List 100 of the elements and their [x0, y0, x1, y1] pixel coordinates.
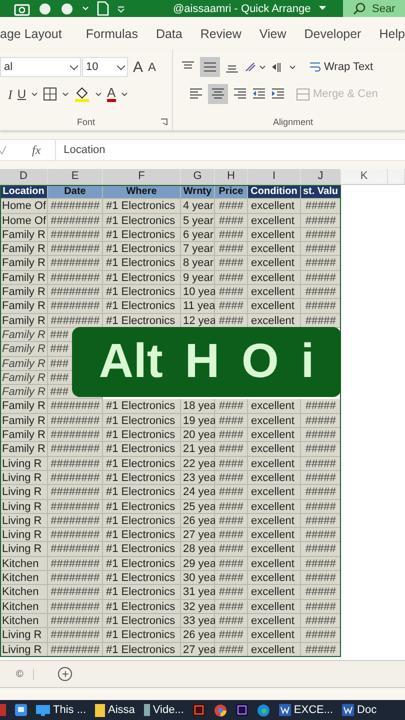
table-cell: excellent — [248, 414, 301, 428]
table-cell: excellent — [248, 270, 301, 286]
table-cell: 26 yea — [181, 628, 215, 642]
table-cell: #### — [215, 542, 248, 557]
column-header[interactable]: F — [103, 169, 181, 184]
increase-indent-icon[interactable] — [271, 88, 285, 100]
caret-icon[interactable] — [120, 92, 128, 96]
caret-icon[interactable] — [31, 92, 38, 96]
grow-font-button[interactable]: A — [133, 60, 144, 74]
table-cell: #1 Electronics — [103, 614, 181, 628]
table-cell: Kitchen — [0, 556, 48, 572]
caret-icon[interactable] — [318, 6, 326, 11]
taskbar-item[interactable]: Aissa — [95, 704, 135, 716]
italic-button[interactable]: I — [8, 88, 12, 100]
taskbar-item[interactable]: This ... — [36, 704, 86, 716]
column-header[interactable]: E — [48, 169, 103, 184]
taskbar-item[interactable]: Vide... — [144, 704, 184, 716]
document-icon[interactable] — [97, 1, 109, 16]
caret-icon[interactable] — [62, 92, 70, 96]
align-middle-icon[interactable] — [200, 57, 220, 77]
table-cell: ##### — [301, 228, 341, 242]
camera-icon[interactable] — [14, 2, 30, 16]
header-cell: Date — [48, 185, 103, 200]
align-left-icon[interactable] — [189, 88, 203, 100]
table-cell: 12 yea — [181, 314, 215, 328]
table-cell: ##### — [301, 528, 341, 542]
ribbon-tab[interactable]: Review — [191, 26, 250, 40]
table-cell: ##### — [301, 299, 341, 314]
ribbon-tab[interactable]: View — [250, 26, 296, 40]
circle-icon[interactable] — [60, 2, 74, 16]
text-direction-icon[interactable] — [271, 61, 297, 73]
fill-color-icon[interactable] — [74, 86, 90, 102]
font-name-dropdown[interactable]: al — [0, 57, 81, 77]
circle-icon[interactable] — [38, 2, 52, 16]
font-size-dropdown[interactable]: 10 — [82, 57, 128, 77]
table-cell: ######## — [48, 470, 103, 486]
column-header[interactable]: H — [215, 169, 248, 184]
insert-function-button[interactable]: fx — [32, 142, 41, 158]
table-cell: ######## — [48, 500, 103, 514]
caret-icon[interactable] — [95, 92, 102, 96]
table-cell: ######## — [48, 628, 103, 642]
wrap-text-button[interactable]: Wrap Text — [308, 60, 374, 74]
ribbon-tab[interactable]: Data — [146, 26, 192, 40]
font-color-button[interactable]: A — [107, 86, 116, 102]
ribbon-tab[interactable]: Formulas — [76, 26, 147, 40]
table-cell: ##### — [301, 214, 341, 228]
taskbar-item[interactable]: EXCE... — [278, 704, 334, 716]
app-icon[interactable] — [192, 704, 205, 716]
decrease-indent-icon[interactable] — [252, 88, 266, 100]
table-cell: excellent — [248, 485, 301, 500]
column-header[interactable]: K — [341, 169, 388, 184]
app-icon[interactable] — [15, 704, 27, 716]
table-cell: ######## — [48, 399, 103, 414]
table-cell: 23 yea — [181, 470, 215, 486]
table-cell: #### — [215, 399, 248, 414]
table-cell: Family R — [0, 242, 48, 256]
borders-icon[interactable] — [43, 87, 58, 101]
ribbon-tab[interactable]: age Layout — [0, 26, 71, 40]
browser-icon[interactable] — [256, 704, 270, 716]
search-field[interactable]: Sear — [343, 0, 405, 17]
table-cell: ######## — [48, 199, 103, 214]
table-cell: #### — [215, 285, 248, 300]
column-header[interactable]: D — [0, 169, 48, 184]
formula-input[interactable]: Location — [54, 140, 405, 160]
search-icon — [353, 2, 366, 15]
table-cell: 21 yea — [181, 442, 215, 457]
underline-button[interactable]: U — [17, 88, 26, 100]
table-cell: Family R — [0, 285, 48, 300]
table-cell: #### — [215, 456, 248, 471]
table-cell: ##### — [301, 314, 341, 328]
table-cell: #### — [215, 614, 248, 628]
column-header[interactable]: J — [301, 169, 341, 184]
ribbon-tab[interactable]: Developer — [295, 26, 370, 40]
align-right-icon[interactable] — [233, 88, 247, 100]
align-center-icon[interactable] — [208, 84, 228, 104]
table-cell: 7 year — [181, 242, 215, 256]
table-cell: ######## — [48, 442, 103, 457]
ribbon-tab[interactable]: Help — [370, 26, 405, 40]
table-cell: excellent — [248, 199, 301, 214]
orientation-icon[interactable] — [244, 61, 266, 73]
shrink-font-button[interactable]: A — [148, 61, 156, 73]
add-sheet-button[interactable]: + — [58, 667, 72, 681]
table-cell: #### — [215, 470, 248, 486]
column-header[interactable]: G — [181, 169, 215, 184]
launcher-icon[interactable] — [160, 118, 168, 126]
table-cell: #### — [215, 485, 248, 500]
column-header[interactable]: I — [248, 169, 301, 184]
table-cell: ######## — [48, 285, 103, 300]
customize-icon[interactable] — [117, 4, 125, 12]
table-cell: #### — [215, 628, 248, 642]
app-icon[interactable] — [236, 704, 248, 716]
taskbar-item[interactable]: Doc — [342, 704, 377, 716]
browser-icon[interactable] — [214, 704, 227, 716]
table-cell: #1 Electronics — [103, 628, 181, 642]
table-cell: #1 Electronics — [103, 642, 181, 657]
folder-icon — [95, 704, 106, 716]
table-cell: excellent — [248, 642, 301, 657]
table-cell: 4 year — [181, 199, 215, 214]
table-cell: #1 Electronics — [103, 600, 181, 614]
sheet-tab[interactable]: © — [16, 668, 34, 680]
